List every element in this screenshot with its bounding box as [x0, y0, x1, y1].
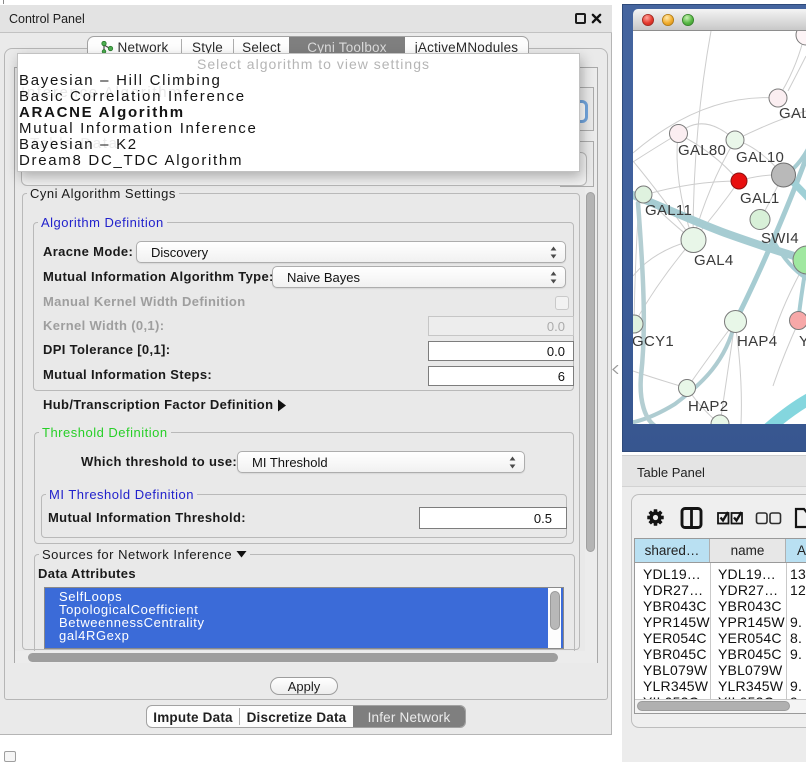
svg-text:GAL: GAL	[779, 105, 806, 122]
svg-text:GCY1: GCY1	[633, 333, 674, 350]
svg-text:HAP4: HAP4	[737, 333, 777, 350]
svg-text:HAP2: HAP2	[688, 398, 728, 415]
svg-text:GAL1: GAL1	[740, 190, 780, 207]
svg-text:GAL10: GAL10	[736, 149, 784, 166]
svg-text:GAL4: GAL4	[694, 252, 734, 269]
svg-text:SWI4: SWI4	[761, 230, 799, 247]
svg-text:GAL11: GAL11	[645, 202, 692, 219]
svg-text:Y: Y	[799, 333, 806, 350]
svg-text:GAL80: GAL80	[678, 142, 726, 159]
